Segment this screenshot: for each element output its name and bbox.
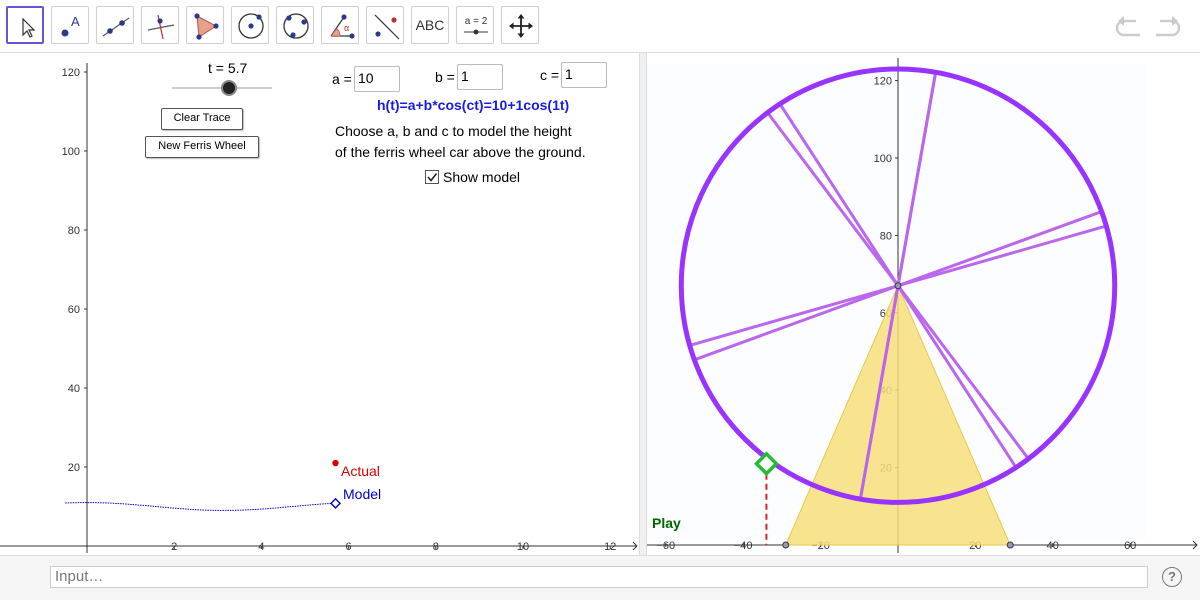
polygon-tool-button[interactable]: [186, 6, 224, 44]
play-button[interactable]: Play: [652, 515, 681, 531]
point-icon: A: [61, 14, 80, 37]
y-tick-label: 120: [874, 76, 892, 88]
x-tick-label: 2: [171, 541, 177, 553]
x-tick-label: 4: [258, 541, 264, 553]
circle-tool-button[interactable]: [231, 6, 269, 44]
svg-text:α: α: [344, 23, 349, 33]
points-group: [330, 459, 342, 509]
x-tick-label: −60: [656, 540, 675, 552]
input-bar: Input… ?: [0, 555, 1200, 600]
point-tool-button[interactable]: A: [51, 6, 89, 44]
graphics-view-2[interactable]: 20406080100120−60−40−20204060 Play: [647, 53, 1200, 555]
wheel-hub: [894, 282, 902, 290]
undo-icon[interactable]: [1112, 14, 1146, 40]
model-formula: h(t)=a+b*cos(ct)=10+1cos(1t): [377, 97, 570, 113]
b-input[interactable]: 1: [457, 64, 503, 90]
x-tick-label: 40: [1047, 540, 1059, 552]
y-tick-label: 60: [68, 304, 80, 316]
toolbar: A α ABC a = 2: [0, 0, 1200, 53]
ferris-wheel-drawing: 20406080100120−60−40−20204060: [647, 58, 1198, 553]
y-tick-label: 40: [68, 383, 80, 395]
view-divider[interactable]: [639, 53, 647, 555]
help-icon[interactable]: ?: [1162, 567, 1182, 587]
a-input[interactable]: 10: [354, 66, 400, 92]
show-model-checkbox[interactable]: [425, 170, 440, 185]
circle-with-center-icon: [238, 13, 264, 39]
stand-left-base: [782, 541, 790, 549]
y-tick-label: 100: [62, 146, 80, 158]
b-label: b =: [435, 69, 455, 85]
angle-tool-button[interactable]: α: [321, 6, 359, 44]
redo-icon[interactable]: [1150, 14, 1184, 40]
x-tick-label: 12: [604, 541, 616, 553]
polygon-icon: [194, 13, 219, 40]
move-graphics-tool-button[interactable]: [501, 6, 539, 44]
c-input[interactable]: 1: [561, 62, 607, 88]
svg-text:A: A: [71, 14, 80, 29]
conic-tool-button[interactable]: [276, 6, 314, 44]
y-tick-label: 100: [874, 153, 892, 165]
model-curve: [65, 502, 336, 511]
y-tick-label: 20: [68, 462, 80, 474]
actual-point: [332, 459, 339, 467]
y-tick-label: 80: [68, 225, 80, 237]
text-tool-button[interactable]: ABC: [411, 6, 449, 44]
cursor-arrow-icon: [22, 17, 36, 38]
x-tick-label: 6: [346, 541, 352, 553]
x-tick-label: 60: [1124, 540, 1136, 552]
new-ferris-wheel-button[interactable]: New Ferris Wheel: [145, 136, 259, 158]
x-tick-label: −40: [734, 540, 753, 552]
reflect-line-icon: [374, 14, 400, 40]
x-tick-label: 10: [517, 541, 529, 553]
angle-icon: α: [330, 14, 355, 39]
c-label: c =: [540, 67, 560, 83]
show-model-label: Show model: [443, 169, 521, 185]
slider-tool-button[interactable]: a = 2: [456, 6, 494, 44]
a-label: a =: [332, 71, 352, 87]
clear-trace-button[interactable]: Clear Trace: [161, 108, 243, 130]
instruction-line-2: of the ferris wheel car above the ground…: [335, 144, 586, 160]
graphics-view-1[interactable]: 20 40 60 80 100 120 2 4 6 8 10 12 t = 5.7 Clear Tra…: [0, 53, 639, 555]
y-tick-label: 80: [880, 230, 892, 242]
line-tool-button[interactable]: [96, 6, 134, 44]
model-point: [330, 497, 342, 509]
perpendicular-line-icon: [147, 14, 175, 40]
move-tool-button[interactable]: [6, 6, 44, 44]
y-tick-label: 120: [62, 67, 80, 79]
circle-three-points-icon: [283, 13, 309, 39]
model-curve-group: [65, 502, 336, 511]
line-icon: [102, 17, 130, 37]
svg-text:a = 2: a = 2: [465, 16, 488, 27]
slider-icon: a = 2: [464, 16, 488, 35]
text-tool-label: ABC: [415, 17, 445, 33]
t-slider[interactable]: [168, 78, 278, 98]
t-slider-knob[interactable]: [221, 80, 237, 96]
input-field[interactable]: Input…: [50, 566, 1148, 588]
perpendicular-tool-button[interactable]: [141, 6, 179, 44]
stand-right-base: [1006, 541, 1014, 549]
model-label: Model: [343, 486, 382, 502]
actual-label: Actual: [341, 463, 380, 479]
x-tick-label: 8: [433, 541, 439, 553]
t-slider-label: t = 5.7: [208, 60, 248, 76]
reflect-tool-button[interactable]: [366, 6, 404, 44]
instruction-line-1: Choose a, b and c to model the height: [335, 123, 572, 139]
move-arrows-icon: [509, 14, 533, 38]
